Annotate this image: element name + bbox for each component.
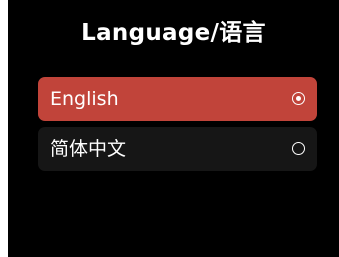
radio-selected-icon[interactable] bbox=[292, 92, 305, 105]
radio-unselected-icon[interactable] bbox=[292, 142, 305, 155]
language-option-label: 简体中文 bbox=[50, 138, 127, 160]
language-option-chinese[interactable]: 简体中文 bbox=[38, 127, 317, 171]
language-screen: Language/语言 English 简体中文 bbox=[8, 0, 339, 257]
language-option-label: English bbox=[50, 88, 119, 110]
page-title: Language/语言 bbox=[81, 20, 266, 46]
language-option-english[interactable]: English bbox=[38, 77, 317, 121]
radio-dot-icon bbox=[295, 95, 301, 101]
